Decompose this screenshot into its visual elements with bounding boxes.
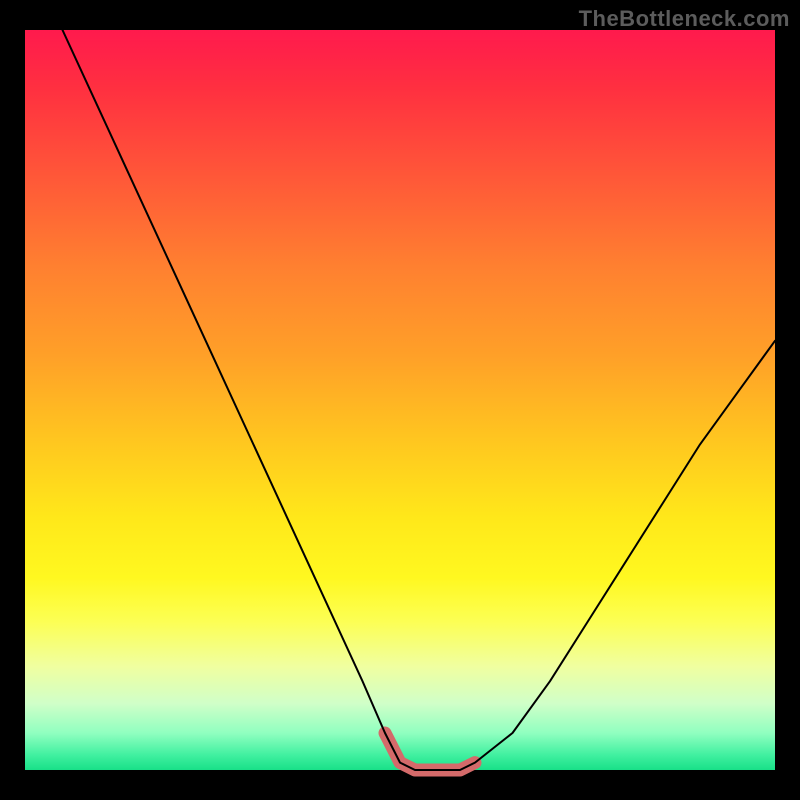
optimal-zone-highlight — [385, 733, 475, 770]
watermark-text: TheBottleneck.com — [579, 6, 790, 32]
plot-background-gradient — [25, 30, 775, 770]
chart-frame: TheBottleneck.com — [0, 0, 800, 800]
chart-svg — [25, 30, 775, 770]
bottleneck-curve-line — [63, 30, 776, 770]
